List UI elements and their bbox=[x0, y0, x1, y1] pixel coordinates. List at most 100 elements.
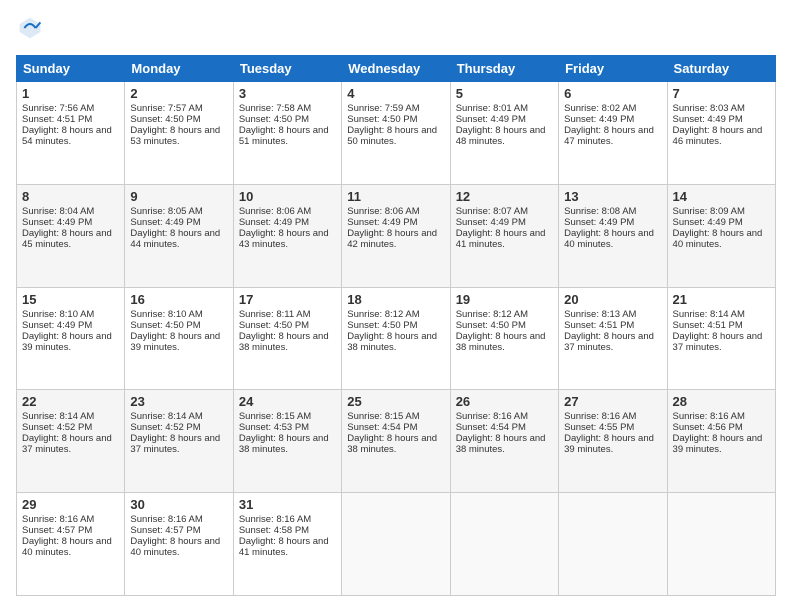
day-number: 22 bbox=[22, 394, 119, 409]
calendar-cell: 4 Sunrise: 7:59 AM Sunset: 4:50 PM Dayli… bbox=[342, 82, 450, 185]
weekday-wednesday: Wednesday bbox=[342, 56, 450, 82]
day-number: 8 bbox=[22, 189, 119, 204]
sunrise-label: Sunrise: 7:58 AM bbox=[239, 103, 311, 114]
weekday-friday: Friday bbox=[559, 56, 667, 82]
daylight-label: Daylight: 8 hours and 38 minutes. bbox=[347, 331, 437, 353]
sunrise-label: Sunrise: 8:12 AM bbox=[456, 309, 528, 320]
sunset-label: Sunset: 4:50 PM bbox=[239, 320, 309, 331]
sunset-label: Sunset: 4:50 PM bbox=[347, 320, 417, 331]
calendar-cell: 26 Sunrise: 8:16 AM Sunset: 4:54 PM Dayl… bbox=[450, 390, 558, 493]
sunset-label: Sunset: 4:54 PM bbox=[456, 422, 526, 433]
calendar-cell: 30 Sunrise: 8:16 AM Sunset: 4:57 PM Dayl… bbox=[125, 493, 233, 596]
calendar-cell: 18 Sunrise: 8:12 AM Sunset: 4:50 PM Dayl… bbox=[342, 287, 450, 390]
daylight-label: Daylight: 8 hours and 48 minutes. bbox=[456, 125, 546, 147]
calendar-cell: 29 Sunrise: 8:16 AM Sunset: 4:57 PM Dayl… bbox=[17, 493, 125, 596]
day-number: 18 bbox=[347, 292, 444, 307]
calendar-body: 1 Sunrise: 7:56 AM Sunset: 4:51 PM Dayli… bbox=[17, 82, 776, 596]
sunrise-label: Sunrise: 7:57 AM bbox=[130, 103, 202, 114]
sunrise-label: Sunrise: 8:14 AM bbox=[22, 411, 94, 422]
day-number: 21 bbox=[673, 292, 770, 307]
day-number: 12 bbox=[456, 189, 553, 204]
sunset-label: Sunset: 4:58 PM bbox=[239, 525, 309, 536]
sunrise-label: Sunrise: 8:05 AM bbox=[130, 206, 202, 217]
calendar-cell: 2 Sunrise: 7:57 AM Sunset: 4:50 PM Dayli… bbox=[125, 82, 233, 185]
sunset-label: Sunset: 4:50 PM bbox=[347, 114, 417, 125]
calendar-cell bbox=[342, 493, 450, 596]
sunset-label: Sunset: 4:49 PM bbox=[130, 217, 200, 228]
daylight-label: Daylight: 8 hours and 38 minutes. bbox=[347, 433, 437, 455]
calendar-cell: 21 Sunrise: 8:14 AM Sunset: 4:51 PM Dayl… bbox=[667, 287, 775, 390]
sunrise-label: Sunrise: 8:16 AM bbox=[564, 411, 636, 422]
sunrise-label: Sunrise: 8:10 AM bbox=[130, 309, 202, 320]
daylight-label: Daylight: 8 hours and 51 minutes. bbox=[239, 125, 329, 147]
daylight-label: Daylight: 8 hours and 39 minutes. bbox=[673, 433, 763, 455]
week-row-1: 1 Sunrise: 7:56 AM Sunset: 4:51 PM Dayli… bbox=[17, 82, 776, 185]
sunrise-label: Sunrise: 8:06 AM bbox=[347, 206, 419, 217]
calendar-cell: 19 Sunrise: 8:12 AM Sunset: 4:50 PM Dayl… bbox=[450, 287, 558, 390]
sunset-label: Sunset: 4:49 PM bbox=[22, 320, 92, 331]
calendar-cell: 3 Sunrise: 7:58 AM Sunset: 4:50 PM Dayli… bbox=[233, 82, 341, 185]
day-number: 25 bbox=[347, 394, 444, 409]
logo-icon bbox=[18, 16, 42, 40]
calendar-cell: 20 Sunrise: 8:13 AM Sunset: 4:51 PM Dayl… bbox=[559, 287, 667, 390]
calendar-cell: 28 Sunrise: 8:16 AM Sunset: 4:56 PM Dayl… bbox=[667, 390, 775, 493]
week-row-5: 29 Sunrise: 8:16 AM Sunset: 4:57 PM Dayl… bbox=[17, 493, 776, 596]
day-number: 6 bbox=[564, 86, 661, 101]
sunset-label: Sunset: 4:50 PM bbox=[456, 320, 526, 331]
sunset-label: Sunset: 4:55 PM bbox=[564, 422, 634, 433]
sunset-label: Sunset: 4:51 PM bbox=[673, 320, 743, 331]
day-number: 10 bbox=[239, 189, 336, 204]
daylight-label: Daylight: 8 hours and 44 minutes. bbox=[130, 228, 220, 250]
sunrise-label: Sunrise: 8:10 AM bbox=[22, 309, 94, 320]
sunrise-label: Sunrise: 8:08 AM bbox=[564, 206, 636, 217]
daylight-label: Daylight: 8 hours and 45 minutes. bbox=[22, 228, 112, 250]
sunrise-label: Sunrise: 8:04 AM bbox=[22, 206, 94, 217]
sunrise-label: Sunrise: 7:56 AM bbox=[22, 103, 94, 114]
daylight-label: Daylight: 8 hours and 46 minutes. bbox=[673, 125, 763, 147]
calendar-cell: 8 Sunrise: 8:04 AM Sunset: 4:49 PM Dayli… bbox=[17, 184, 125, 287]
calendar-cell: 23 Sunrise: 8:14 AM Sunset: 4:52 PM Dayl… bbox=[125, 390, 233, 493]
day-number: 2 bbox=[130, 86, 227, 101]
sunrise-label: Sunrise: 8:11 AM bbox=[239, 309, 311, 320]
calendar-cell: 10 Sunrise: 8:06 AM Sunset: 4:49 PM Dayl… bbox=[233, 184, 341, 287]
day-number: 13 bbox=[564, 189, 661, 204]
calendar-header: SundayMondayTuesdayWednesdayThursdayFrid… bbox=[17, 56, 776, 82]
sunrise-label: Sunrise: 8:16 AM bbox=[130, 514, 202, 525]
calendar-cell: 11 Sunrise: 8:06 AM Sunset: 4:49 PM Dayl… bbox=[342, 184, 450, 287]
calendar-table: SundayMondayTuesdayWednesdayThursdayFrid… bbox=[16, 55, 776, 596]
sunset-label: Sunset: 4:56 PM bbox=[673, 422, 743, 433]
sunset-label: Sunset: 4:50 PM bbox=[130, 114, 200, 125]
calendar-cell: 7 Sunrise: 8:03 AM Sunset: 4:49 PM Dayli… bbox=[667, 82, 775, 185]
calendar-cell: 12 Sunrise: 8:07 AM Sunset: 4:49 PM Dayl… bbox=[450, 184, 558, 287]
sunrise-label: Sunrise: 8:16 AM bbox=[673, 411, 745, 422]
daylight-label: Daylight: 8 hours and 53 minutes. bbox=[130, 125, 220, 147]
sunset-label: Sunset: 4:57 PM bbox=[130, 525, 200, 536]
sunset-label: Sunset: 4:50 PM bbox=[130, 320, 200, 331]
sunrise-label: Sunrise: 8:15 AM bbox=[347, 411, 419, 422]
sunrise-label: Sunrise: 8:16 AM bbox=[22, 514, 94, 525]
sunset-label: Sunset: 4:51 PM bbox=[22, 114, 92, 125]
day-number: 24 bbox=[239, 394, 336, 409]
sunrise-label: Sunrise: 8:07 AM bbox=[456, 206, 528, 217]
sunset-label: Sunset: 4:52 PM bbox=[130, 422, 200, 433]
sunrise-label: Sunrise: 8:14 AM bbox=[130, 411, 202, 422]
sunset-label: Sunset: 4:49 PM bbox=[564, 217, 634, 228]
day-number: 17 bbox=[239, 292, 336, 307]
sunrise-label: Sunrise: 8:13 AM bbox=[564, 309, 636, 320]
day-number: 14 bbox=[673, 189, 770, 204]
week-row-4: 22 Sunrise: 8:14 AM Sunset: 4:52 PM Dayl… bbox=[17, 390, 776, 493]
header bbox=[16, 16, 776, 45]
sunset-label: Sunset: 4:52 PM bbox=[22, 422, 92, 433]
weekday-sunday: Sunday bbox=[17, 56, 125, 82]
daylight-label: Daylight: 8 hours and 39 minutes. bbox=[564, 433, 654, 455]
day-number: 31 bbox=[239, 497, 336, 512]
daylight-label: Daylight: 8 hours and 39 minutes. bbox=[130, 331, 220, 353]
sunset-label: Sunset: 4:54 PM bbox=[347, 422, 417, 433]
daylight-label: Daylight: 8 hours and 41 minutes. bbox=[239, 536, 329, 558]
sunset-label: Sunset: 4:49 PM bbox=[239, 217, 309, 228]
calendar-cell bbox=[450, 493, 558, 596]
sunrise-label: Sunrise: 8:14 AM bbox=[673, 309, 745, 320]
calendar-cell: 24 Sunrise: 8:15 AM Sunset: 4:53 PM Dayl… bbox=[233, 390, 341, 493]
day-number: 15 bbox=[22, 292, 119, 307]
day-number: 5 bbox=[456, 86, 553, 101]
